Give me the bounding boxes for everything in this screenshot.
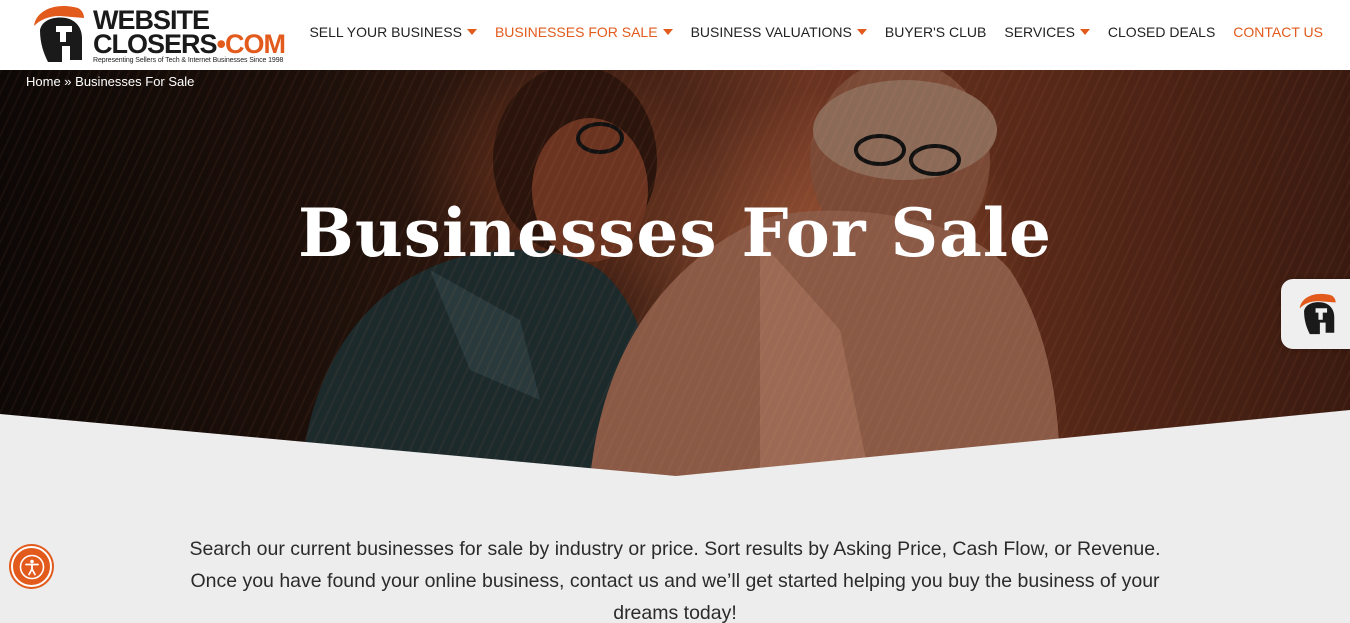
nav-item-label: SELL YOUR BUSINESS xyxy=(309,24,462,40)
nav-item-label: BUSINESSES FOR SALE xyxy=(494,24,658,40)
nav-item-sell-your-business[interactable]: SELL YOUR BUSINESS xyxy=(309,24,477,40)
intro-paragraph: Search our current businesses for sale b… xyxy=(189,538,1161,623)
accessibility-icon xyxy=(19,554,44,579)
nav-item-label: BUSINESS VALUATIONS xyxy=(690,24,852,40)
logo-tagline: Representing Sellers of Tech & Internet … xyxy=(93,57,284,64)
caret-down-icon[interactable] xyxy=(856,29,867,35)
hero-chevron-divider xyxy=(0,410,1350,490)
nav-item-closed-deals[interactable]: CLOSED DEALS xyxy=(1108,24,1215,40)
logo-word-closers-main: CLOSERS xyxy=(93,29,218,59)
caret-down-icon[interactable] xyxy=(662,29,673,35)
accessibility-button[interactable] xyxy=(11,546,52,587)
logo-word-closers: CLOSERS•COM xyxy=(93,29,286,59)
site-header: WEBSITE CLOSERS•COM Representing Sellers… xyxy=(0,0,1350,70)
nav-item-label: SERVICES xyxy=(1004,24,1075,40)
nav-item-services[interactable]: SERVICES xyxy=(1004,24,1090,40)
nav-item-label: CLOSED DEALS xyxy=(1107,24,1216,40)
nav-item-label: BUYER'S CLUB xyxy=(884,24,987,40)
breadcrumb: Home » Businesses For Sale xyxy=(26,74,194,89)
breadcrumb-current: Businesses For Sale xyxy=(75,74,195,89)
breadcrumb-home-link[interactable]: Home xyxy=(26,74,61,89)
nav-item-buyers-club[interactable]: BUYER'S CLUB xyxy=(885,24,986,40)
breadcrumb-separator: » xyxy=(60,74,76,89)
spartan-helmet-icon xyxy=(1299,293,1336,335)
side-chat-tab[interactable] xyxy=(1281,279,1350,349)
nav-item-business-valuations[interactable]: BUSINESS VALUATIONS xyxy=(691,24,867,40)
site-logo[interactable]: WEBSITE CLOSERS•COM Representing Sellers… xyxy=(26,2,298,66)
nav-item-contact-us[interactable]: CONTACT US xyxy=(1233,24,1323,40)
logo-word-com: COM xyxy=(224,29,286,59)
spartan-helmet-icon xyxy=(34,6,84,62)
nav-item-label: CONTACT US xyxy=(1233,24,1323,40)
logo-dot: • xyxy=(216,29,227,59)
main-navigation: SELL YOUR BUSINESS BUSINESSES FOR SALE B… xyxy=(291,24,1323,40)
page-title: Businesses For Sale xyxy=(298,194,1052,272)
nav-item-businesses-for-sale[interactable]: BUSINESSES FOR SALE xyxy=(495,24,673,40)
caret-down-icon[interactable] xyxy=(1079,29,1090,35)
caret-down-icon[interactable] xyxy=(466,29,477,35)
